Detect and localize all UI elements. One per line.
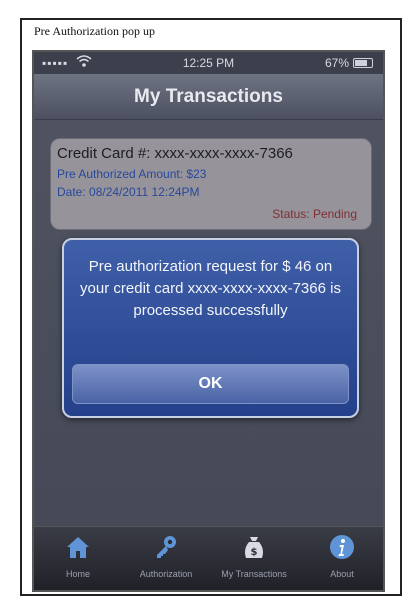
ok-button[interactable]: OK [72, 364, 349, 404]
tab-my-transactions[interactable]: $ My Transactions [210, 527, 298, 590]
tab-bar: Home Authorization $ My Transactions Abo… [34, 526, 383, 590]
tab-label: About [330, 569, 354, 579]
status-bar: ▪▪▪▪▪ 12:25 PM 67% [34, 52, 383, 74]
page-title: My Transactions [134, 86, 283, 107]
tab-home[interactable]: Home [34, 527, 122, 590]
money-bag-icon: $ [240, 533, 268, 561]
battery-percent: 67% [324, 56, 349, 70]
alert-message: Pre authorization request for $ 46 on yo… [80, 258, 341, 319]
battery-icon [353, 58, 373, 68]
key-icon [152, 533, 180, 561]
home-icon [64, 533, 92, 561]
svg-text:$: $ [251, 547, 258, 558]
phone-screen: ▪▪▪▪▪ 12:25 PM 67% My Transactions Credi… [32, 50, 385, 592]
navigation-bar: My Transactions [34, 74, 383, 120]
tab-label: My Transactions [221, 569, 287, 579]
tab-authorization[interactable]: Authorization [122, 527, 210, 590]
alert-dialog: Pre authorization request for $ 46 on yo… [62, 238, 359, 418]
info-icon [328, 533, 356, 561]
tab-label: Home [65, 569, 90, 579]
tab-label: Authorization [139, 569, 193, 579]
page-caption: Pre Authorization pop up [34, 24, 155, 38]
tab-about[interactable]: About [298, 527, 383, 590]
